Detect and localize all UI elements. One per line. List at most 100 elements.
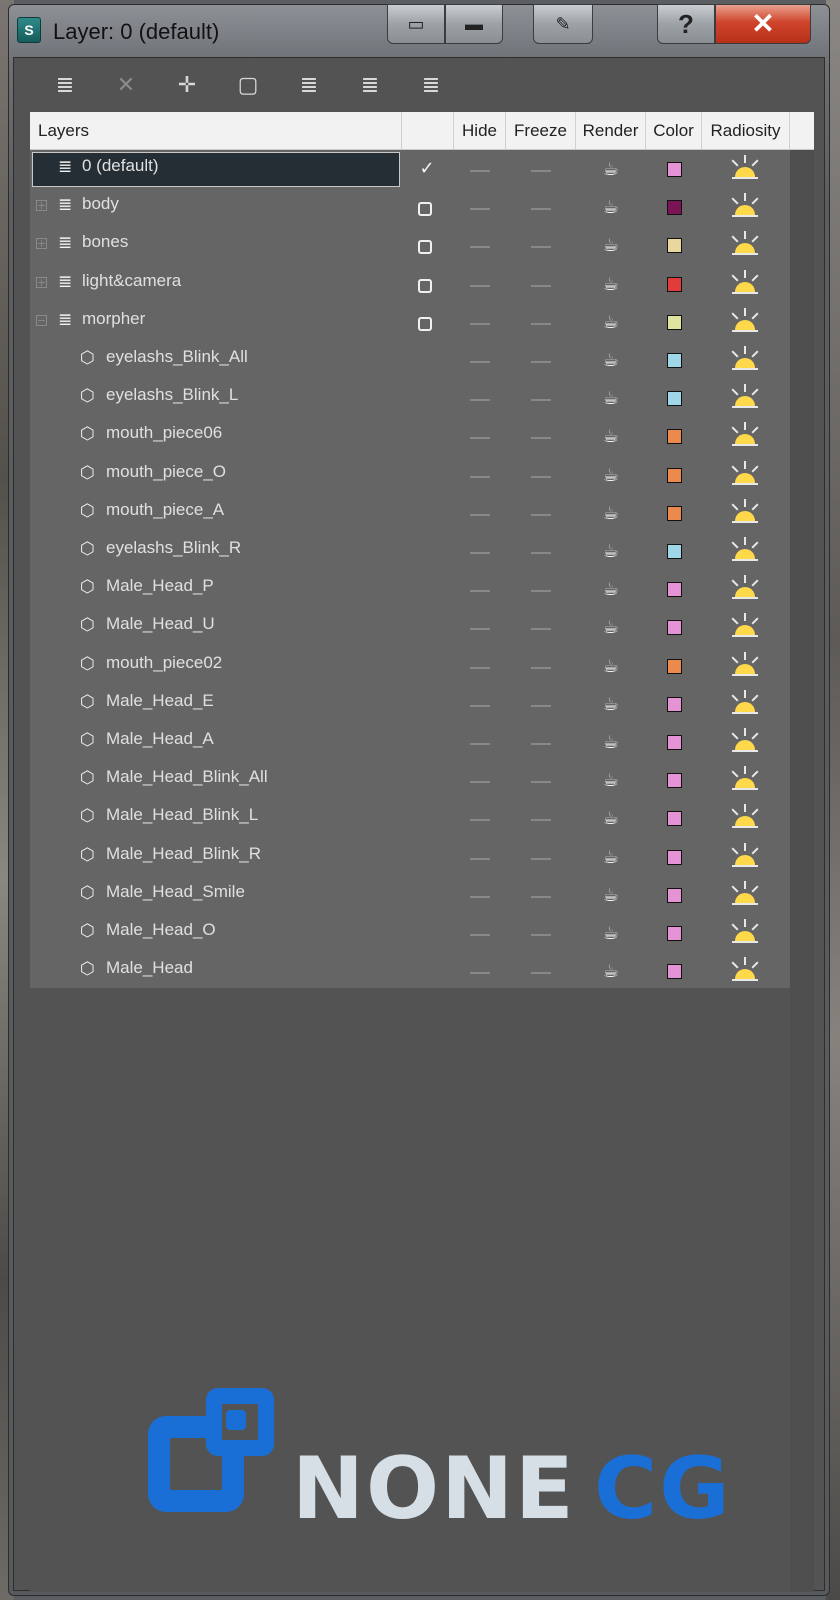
minimize-icon[interactable]: ▬	[445, 4, 503, 44]
object-row[interactable]: ⬡ Male_Head_E ☕	[30, 685, 790, 724]
hide-toggle[interactable]	[470, 781, 490, 784]
color-swatch[interactable]	[667, 200, 682, 216]
hide-toggle[interactable]	[470, 934, 490, 936]
object-row[interactable]: ⬡ Male_Head_P ☕	[30, 570, 790, 609]
row-label[interactable]: Male_Head_E	[106, 691, 214, 711]
row-label[interactable]: eyelashs_Blink_L	[106, 385, 238, 405]
freeze-toggle[interactable]	[531, 628, 551, 631]
render-teapot-icon[interactable]: ☕	[600, 847, 622, 869]
hide-freeze-all-icon[interactable]: ≣	[416, 70, 446, 100]
freeze-toggle[interactable]	[531, 513, 551, 516]
row-label[interactable]: eyelashs_Blink_All	[106, 347, 248, 367]
object-row[interactable]: ⬡ Male_Head_A ☕	[30, 723, 790, 762]
render-teapot-icon[interactable]: ☕	[600, 235, 622, 257]
hide-toggle[interactable]	[470, 704, 490, 707]
object-row[interactable]: ⬡ Male_Head_Smile ☕	[30, 876, 790, 915]
radiosity-sun-icon[interactable]	[730, 269, 760, 298]
radiosity-sun-icon[interactable]	[730, 155, 760, 183]
expand-icon[interactable]: +	[36, 276, 47, 288]
radiosity-sun-icon[interactable]	[730, 728, 760, 756]
color-swatch[interactable]	[667, 735, 682, 750]
radiosity-sun-icon[interactable]	[730, 346, 760, 374]
row-label[interactable]: mouth_piece_A	[106, 500, 224, 520]
color-swatch[interactable]	[667, 353, 682, 368]
radiosity-sun-icon[interactable]	[730, 537, 760, 565]
object-row[interactable]: ⬡ Male_Head_Blink_L ☕	[30, 799, 790, 838]
color-swatch[interactable]	[667, 544, 682, 559]
freeze-toggle[interactable]	[531, 208, 551, 211]
row-label[interactable]: mouth_piece02	[106, 653, 222, 673]
hide-toggle[interactable]	[470, 972, 490, 975]
radiosity-sun-icon[interactable]	[730, 651, 760, 680]
render-teapot-icon[interactable]: ☕	[600, 656, 622, 678]
hide-toggle[interactable]	[470, 857, 490, 860]
row-label[interactable]: Male_Head_O	[106, 920, 216, 940]
row-label[interactable]: mouth_piece06	[106, 423, 222, 443]
color-swatch[interactable]	[667, 238, 682, 254]
render-teapot-icon[interactable]: ☕	[600, 923, 622, 945]
row-label[interactable]: Male_Head_Blink_L	[106, 805, 258, 825]
render-teapot-icon[interactable]: ☕	[600, 541, 622, 563]
radiosity-sun-icon[interactable]	[730, 880, 760, 909]
row-label[interactable]: morpher	[82, 309, 145, 329]
freeze-toggle[interactable]	[531, 972, 551, 975]
freeze-toggle[interactable]	[531, 361, 551, 363]
header-current[interactable]	[402, 112, 454, 150]
color-swatch[interactable]	[667, 276, 682, 292]
close-button[interactable]: ✕	[715, 4, 811, 44]
render-teapot-icon[interactable]: ☕	[600, 465, 622, 487]
header-freeze[interactable]: Freeze	[506, 112, 576, 150]
title-bar[interactable]: S Layer: 0 (default) ▭ ▬ ✎ ? ✕	[9, 4, 829, 57]
color-swatch[interactable]	[667, 429, 682, 445]
create-layer-icon[interactable]: ≣	[50, 70, 80, 100]
radiosity-sun-icon[interactable]	[730, 498, 760, 527]
object-row[interactable]: ⬡ mouth_piece06 ☕	[30, 417, 790, 456]
hide-toggle[interactable]	[470, 322, 490, 325]
color-swatch[interactable]	[667, 696, 682, 712]
object-row[interactable]: ⬡ eyelashs_Blink_R ☕	[30, 532, 790, 571]
object-row[interactable]: ⬡ eyelashs_Blink_L ☕	[30, 379, 790, 418]
color-swatch[interactable]	[667, 849, 682, 865]
object-row[interactable]: ⬡ Male_Head_Blink_All ☕	[30, 761, 790, 800]
freeze-toggle[interactable]	[531, 475, 551, 478]
freeze-toggle[interactable]	[531, 704, 551, 707]
pin-icon[interactable]: ✎	[533, 4, 593, 44]
row-label[interactable]: Male_Head_A	[106, 729, 214, 749]
radiosity-sun-icon[interactable]	[730, 193, 760, 221]
render-teapot-icon[interactable]: ☕	[600, 961, 622, 983]
render-teapot-icon[interactable]: ☕	[600, 770, 622, 792]
hide-toggle[interactable]	[470, 475, 490, 478]
object-row[interactable]: ⬡ Male_Head_Blink_R ☕	[30, 838, 790, 877]
radiosity-sun-icon[interactable]	[730, 460, 760, 489]
render-teapot-icon[interactable]: ☕	[600, 885, 622, 907]
row-label[interactable]: Male_Head_Blink_All	[106, 767, 268, 787]
radiosity-sun-icon[interactable]	[730, 842, 760, 871]
radiosity-sun-icon[interactable]	[730, 804, 760, 832]
render-teapot-icon[interactable]: ☕	[600, 808, 622, 830]
row-label[interactable]: mouth_piece_O	[106, 462, 226, 482]
hide-toggle[interactable]	[470, 552, 490, 554]
object-row[interactable]: ⬡ mouth_piece_A ☕	[30, 494, 790, 533]
row-label[interactable]: Male_Head_U	[106, 614, 215, 634]
row-label[interactable]: Male_Head_Smile	[106, 882, 245, 902]
hide-toggle[interactable]	[470, 399, 490, 402]
color-swatch[interactable]	[667, 773, 682, 789]
render-teapot-icon[interactable]: ☕	[600, 503, 622, 525]
radiosity-sun-icon[interactable]	[730, 231, 760, 259]
freeze-toggle[interactable]	[531, 284, 551, 287]
hide-toggle[interactable]	[470, 208, 490, 211]
hide-toggle[interactable]	[470, 284, 490, 287]
hide-toggle[interactable]	[470, 895, 490, 898]
render-teapot-icon[interactable]: ☕	[600, 197, 622, 219]
radiosity-sun-icon[interactable]	[730, 689, 760, 718]
color-swatch[interactable]	[667, 964, 682, 980]
header-color[interactable]: Color	[646, 112, 702, 150]
add-to-layer-icon[interactable]: ✛	[172, 70, 202, 100]
render-teapot-icon[interactable]: ☕	[600, 617, 622, 639]
freeze-toggle[interactable]	[531, 590, 551, 593]
help-button[interactable]: ?	[657, 4, 715, 44]
expand-icon[interactable]: +	[36, 200, 47, 212]
object-row[interactable]: ⬡ Male_Head ☕	[30, 952, 790, 991]
hide-toggle[interactable]	[470, 590, 490, 593]
row-label[interactable]: bones	[82, 232, 128, 252]
